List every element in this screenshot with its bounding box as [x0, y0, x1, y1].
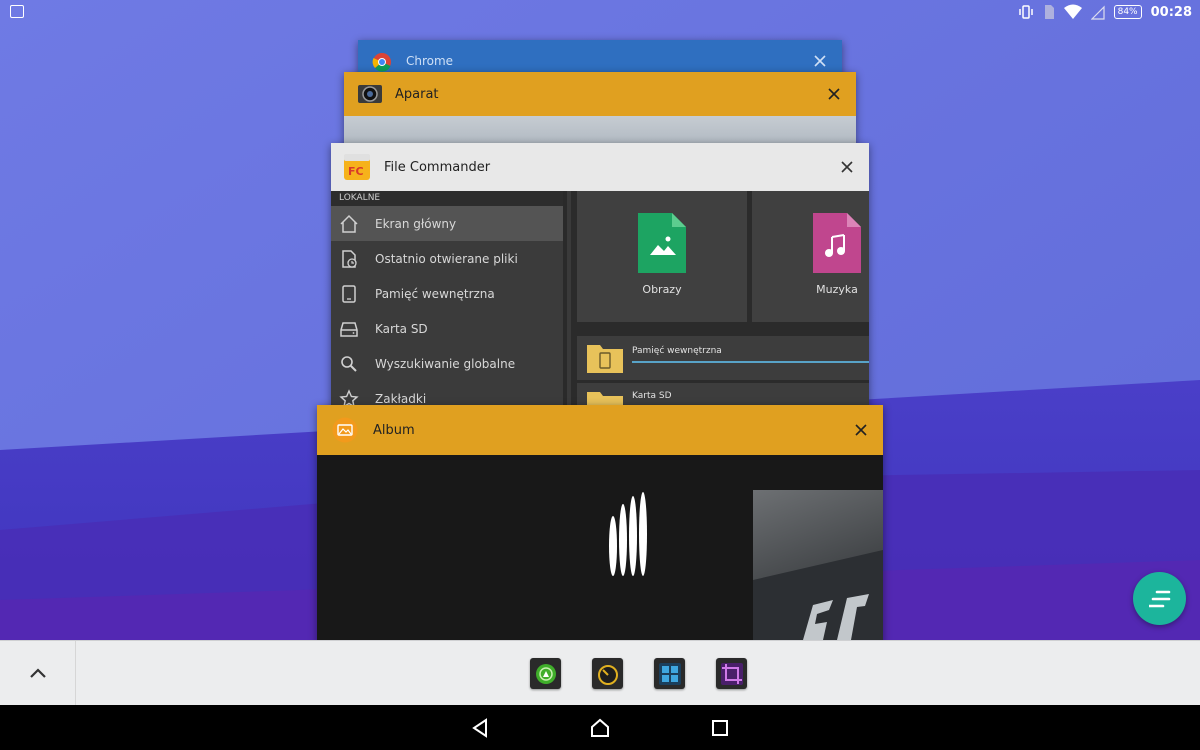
card-title: File Commander: [384, 159, 491, 175]
tablet-icon: [342, 284, 356, 303]
file-commander-icon: FC: [344, 154, 370, 180]
browser-small-app-icon[interactable]: [530, 658, 561, 689]
wifi-icon: [1063, 4, 1082, 19]
album-thumbnail-photo: [753, 490, 883, 645]
collapse-button[interactable]: [0, 641, 76, 705]
timer-small-app-icon[interactable]: [592, 658, 623, 689]
back-icon[interactable]: [469, 717, 491, 739]
storage-label: Karta SD: [632, 391, 672, 401]
sim-card-icon: [1044, 5, 1054, 19]
home-icon: [340, 214, 358, 233]
sidebar-item-global-search[interactable]: Wyszukiwanie globalne: [331, 346, 563, 381]
home-icon[interactable]: [589, 717, 611, 739]
album-thumbnail-art: [531, 492, 647, 638]
screen-capture-small-app-icon[interactable]: [716, 658, 747, 689]
battery-indicator: 84%: [1113, 5, 1142, 19]
sidebar-item-label: Ostatnio otwierane pliki: [375, 251, 518, 266]
pictures-icon: [638, 213, 686, 273]
sidebar-item-label: Ekran główny: [375, 216, 457, 231]
calculator-small-app-icon[interactable]: [654, 658, 685, 689]
storage-usage-bar: [632, 361, 869, 363]
sidebar-item-internal-storage[interactable]: Pamięć wewnętrzna: [331, 276, 563, 311]
tile-music[interactable]: Muzyka: [752, 191, 869, 322]
album-icon: [332, 417, 358, 443]
clock: 00:28: [1150, 4, 1192, 20]
card-title: Chrome: [406, 54, 454, 68]
sidebar-item-label: Pamięć wewnętrzna: [375, 286, 495, 301]
close-icon[interactable]: [812, 53, 828, 69]
chrome-icon: [372, 53, 391, 72]
sidebar-item-recent-files[interactable]: Ostatnio otwierane pliki: [331, 241, 563, 276]
camera-icon: [358, 85, 382, 103]
small-apps-fab[interactable]: [1133, 572, 1186, 625]
stopwatch-icon: [597, 664, 618, 685]
card-header: Aparat: [344, 72, 856, 116]
image-notification-icon: [10, 5, 24, 18]
globe-icon: [535, 663, 556, 684]
tile-label: Obrazy: [642, 283, 682, 296]
close-icon[interactable]: [853, 422, 869, 438]
sidebar-item-label: Karta SD: [375, 321, 428, 336]
status-bar: 84% 00:28: [0, 0, 1200, 24]
calculator-icon: [658, 662, 681, 685]
svg-text:FC: FC: [348, 165, 364, 178]
card-header: Album: [317, 405, 883, 455]
section-label: LOKALNE: [331, 191, 563, 206]
sidebar-item-label: Zakładki: [375, 391, 427, 406]
search-icon: [341, 355, 357, 372]
status-icons: 84% 00:28: [1018, 3, 1192, 21]
recents-icon[interactable]: [709, 717, 731, 739]
card-title: Album: [373, 422, 415, 438]
sidebar-item-sd-card[interactable]: Karta SD: [331, 311, 563, 346]
crop-icon: [720, 662, 743, 685]
fc-main-panel: Obrazy Muzyka Pamięć wewnętrzna Karta SD: [571, 191, 869, 413]
recent-card-album[interactable]: Album: [317, 405, 883, 645]
photo-sign-shape: [753, 550, 883, 645]
tile-label: Muzyka: [816, 283, 858, 296]
fc-sidebar: LOKALNE Ekran główny Ostatnio otwierane …: [331, 191, 567, 413]
lines-menu-icon: [1148, 590, 1170, 607]
signal-icon: [1090, 5, 1105, 20]
recent-card-file-commander[interactable]: FC File Commander LOKALNE Ekran główny O…: [331, 143, 869, 413]
sidebar-item-label: Wyszukiwanie globalne: [375, 356, 516, 371]
sd-card-icon: [340, 321, 358, 337]
small-apps-bar: [0, 640, 1200, 705]
close-icon[interactable]: [839, 159, 855, 175]
navigation-bar: [0, 705, 1200, 750]
folder-tablet-icon: [587, 345, 623, 373]
sidebar-item-home[interactable]: Ekran główny: [331, 206, 563, 241]
storage-internal[interactable]: Pamięć wewnętrzna: [577, 336, 869, 380]
close-icon[interactable]: [826, 86, 842, 102]
chevron-up-icon: [29, 668, 46, 678]
tile-pictures[interactable]: Obrazy: [577, 191, 747, 322]
card-title: Aparat: [395, 86, 439, 102]
card-header: FC File Commander: [331, 143, 869, 191]
music-icon: [813, 213, 861, 273]
recent-files-icon: [342, 249, 357, 268]
storage-label: Pamięć wewnętrzna: [632, 346, 722, 356]
vibrate-icon: [1018, 5, 1033, 19]
